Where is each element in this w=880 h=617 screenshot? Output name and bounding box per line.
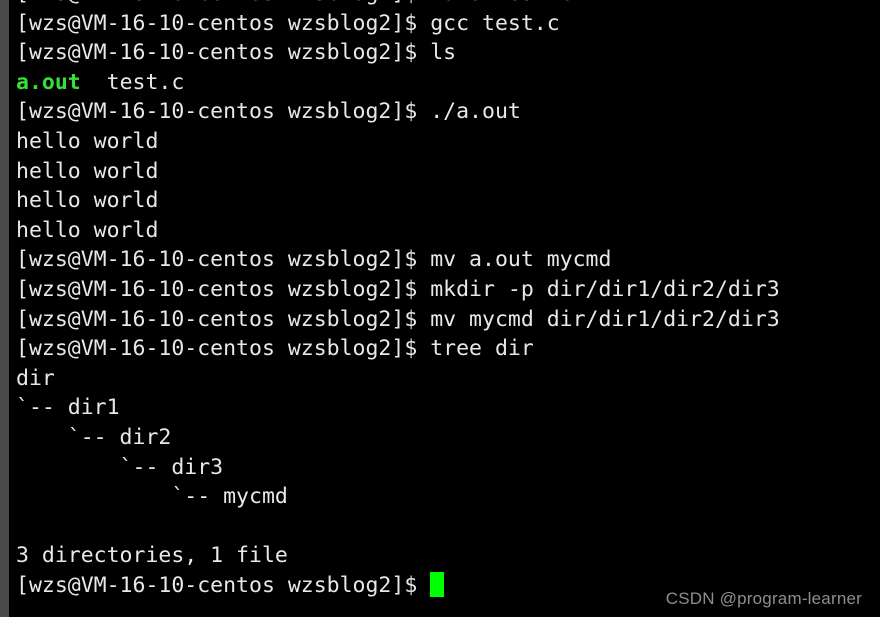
terminal-line: `-- dir2 bbox=[16, 423, 880, 453]
terminal-segment-plain: hello world bbox=[16, 188, 159, 214]
terminal-segment-prompt: [wzs@VM-16-10-centos wzsblog2]$ bbox=[16, 10, 431, 36]
terminal-line: [wzs@VM-16-10-centos wzsblog2]$ tree dir bbox=[16, 334, 880, 364]
terminal-segment-command: nano test.c bbox=[430, 0, 572, 6]
terminal-segment-prompt: [wzs@VM-16-10-centos wzsblog2]$ bbox=[16, 306, 431, 332]
terminal-segment-command: ls bbox=[430, 40, 457, 66]
scrollbar-thumb[interactable] bbox=[0, 0, 9, 617]
terminal-line: [wzs@VM-16-10-centos wzsblog2]$ mkdir -p… bbox=[16, 275, 880, 305]
terminal-cursor bbox=[430, 571, 445, 597]
terminal-line: hello world bbox=[16, 127, 880, 157]
terminal-segment-prompt: [wzs@VM-16-10-centos wzsblog2]$ bbox=[16, 40, 431, 66]
terminal-line: [wzs@VM-16-10-centos wzsblog2]$ nano tes… bbox=[16, 0, 880, 9]
terminal-segment-prompt: [wzs@VM-16-10-centos wzsblog2]$ bbox=[16, 572, 431, 598]
console-output: [wzs@VM-16-10-centos wzsblog2]$ nano tes… bbox=[16, 0, 880, 600]
terminal-segment-plain: hello world bbox=[16, 128, 159, 154]
terminal-segment-prompt: [wzs@VM-16-10-centos wzsblog2]$ bbox=[16, 336, 431, 362]
terminal-line: a.out test.c bbox=[16, 68, 880, 98]
watermark-text: CSDN @program-learner bbox=[665, 589, 862, 608]
terminal-segment-plain: dir bbox=[16, 365, 55, 391]
terminal-segment-exec: a.out bbox=[16, 69, 81, 95]
terminal-line: `-- mycmd bbox=[16, 482, 880, 512]
terminal-segment-plain: `-- dir2 bbox=[16, 424, 172, 450]
terminal-segment-prompt: [wzs@VM-16-10-centos wzsblog2]$ bbox=[16, 247, 431, 273]
terminal-line: `-- dir3 bbox=[16, 453, 880, 483]
terminal-line: 3 directories, 1 file bbox=[16, 541, 880, 571]
terminal-segment-plain: 3 directories, 1 file bbox=[16, 543, 288, 569]
terminal-segment-command: mv a.out mycmd bbox=[430, 247, 612, 273]
terminal-segment-prompt: [wzs@VM-16-10-centos wzsblog2]$ bbox=[16, 0, 430, 6]
terminal-segment-plain: hello world bbox=[16, 158, 159, 184]
terminal-line: hello world bbox=[16, 186, 880, 216]
terminal-window: [wzs@VM-16-10-centos wzsblog2]$ nano tes… bbox=[0, 0, 880, 617]
terminal-segment-command: mkdir -p dir/dir1/dir2/dir3 bbox=[430, 276, 780, 302]
terminal-line: `-- dir1 bbox=[16, 393, 880, 423]
terminal-segment-plain: `-- mycmd bbox=[16, 484, 288, 510]
terminal-segment-plain: `-- dir3 bbox=[16, 454, 224, 480]
terminal-segment-plain: hello world bbox=[16, 217, 159, 243]
terminal-scrollbar[interactable] bbox=[0, 0, 9, 617]
terminal-segment-plain: test.c bbox=[80, 69, 185, 95]
terminal-segment-plain: `-- dir1 bbox=[16, 395, 120, 421]
terminal-segment-prompt: [wzs@VM-16-10-centos wzsblog2]$ bbox=[16, 276, 431, 302]
terminal-segment-command: tree dir bbox=[430, 336, 534, 362]
terminal-line: [wzs@VM-16-10-centos wzsblog2]$ gcc test… bbox=[16, 9, 880, 39]
terminal-segment-command: gcc test.c bbox=[430, 10, 560, 36]
terminal-segment-command: ./a.out bbox=[430, 99, 521, 125]
terminal-line: dir bbox=[16, 364, 880, 394]
terminal-screen[interactable]: [wzs@VM-16-10-centos wzsblog2]$ nano tes… bbox=[9, 0, 880, 617]
terminal-line: [wzs@VM-16-10-centos wzsblog2]$ mv mycmd… bbox=[16, 305, 880, 335]
terminal-segment-prompt: [wzs@VM-16-10-centos wzsblog2]$ bbox=[16, 99, 431, 125]
terminal-line: hello world bbox=[16, 216, 880, 246]
terminal-line: [wzs@VM-16-10-centos wzsblog2]$ ./a.out bbox=[16, 97, 880, 127]
terminal-line: hello world bbox=[16, 157, 880, 187]
terminal-line: [wzs@VM-16-10-centos wzsblog2]$ mv a.out… bbox=[16, 245, 880, 275]
terminal-segment-command: mv mycmd dir/dir1/dir2/dir3 bbox=[430, 306, 780, 332]
terminal-line: [wzs@VM-16-10-centos wzsblog2]$ ls bbox=[16, 38, 880, 68]
